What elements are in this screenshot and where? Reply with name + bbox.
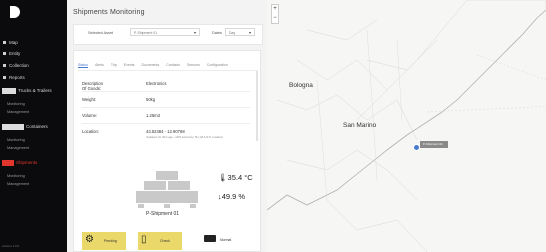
map-canvas xyxy=(267,0,546,252)
zoom-out-button[interactable]: − xyxy=(272,14,278,23)
temperature-reading: 🌡35.4 °C xyxy=(218,173,253,182)
version-label: version 1.0.0 xyxy=(2,244,20,248)
divider xyxy=(82,91,250,92)
map-label-bologna: Bologna xyxy=(289,82,313,89)
battery-icon xyxy=(204,235,216,242)
sidebar-item-collection[interactable]: Collection xyxy=(3,63,29,68)
dates-select[interactable]: Day ▾ xyxy=(225,28,255,36)
divider xyxy=(82,123,250,124)
shipment-icon xyxy=(2,160,14,166)
pallet-icon xyxy=(136,171,204,211)
tab-documents[interactable]: Documents xyxy=(142,63,160,68)
collection-icon xyxy=(3,64,6,67)
map-view[interactable]: + − Bologna San Marino P-Shipment 01 xyxy=(267,0,546,252)
sidebar: Map Entity Collection Reports Trucks & T… xyxy=(0,0,67,252)
main-panel: Shipments Monitoring Selected Asset P-Sh… xyxy=(67,0,267,252)
sidebar-sub-shipments-monitoring[interactable]: Monitoring xyxy=(7,174,25,179)
page-title: Shipments Monitoring xyxy=(73,9,145,16)
sidebar-sub-containers-management[interactable]: Management xyxy=(7,146,29,151)
description-label: Description Of Goods: xyxy=(82,81,103,91)
sidebar-sub-shipments-management[interactable]: Management xyxy=(7,182,29,187)
shipment-card: Status Alerts Trip Events Documents Cont… xyxy=(73,50,261,252)
sidebar-sub-trucks-management[interactable]: Management xyxy=(7,110,29,115)
map-icon xyxy=(3,41,6,44)
location-value: 43.52484 - 12.90768 xyxy=(146,129,185,134)
dates-label: Dates xyxy=(212,31,222,35)
sidebar-sub-trucks-monitoring[interactable]: Monitoring xyxy=(7,102,25,107)
sidebar-section-containers[interactable]: Containers xyxy=(26,124,48,129)
zoom-controls: + − xyxy=(271,4,279,24)
chevron-down-icon: ▾ xyxy=(193,30,196,35)
sidebar-item-reports[interactable]: Reports xyxy=(3,75,25,80)
divider xyxy=(82,107,250,108)
thermometer-icon: 🌡 xyxy=(218,173,228,182)
tab-configuration[interactable]: Configuration xyxy=(207,63,228,68)
sidebar-section-trucks[interactable]: Trucks & Trailers xyxy=(18,88,52,93)
tab-events[interactable]: Events xyxy=(124,63,135,68)
sidebar-sub-containers-monitoring[interactable]: Monitoring xyxy=(7,138,25,143)
tab-sensors[interactable]: Sensors xyxy=(187,63,200,68)
filters-bar: Selected Asset P-Shipment 01 ▾ Dates Day… xyxy=(73,24,263,45)
tab-status[interactable]: Status xyxy=(78,63,88,68)
logo xyxy=(10,6,20,18)
asset-select-value: P-Shipment 01 xyxy=(134,31,158,35)
sidebar-section-shipments[interactable]: Shipments xyxy=(16,160,37,165)
phone-icon: ▯ xyxy=(141,234,147,245)
status-normal[interactable]: Normal xyxy=(204,232,248,250)
status-bar: ⚙ Pending ▯ Check Normal xyxy=(82,232,254,250)
gear-icon: ⚙ xyxy=(85,234,94,245)
map-label-san-marino: San Marino xyxy=(343,122,377,129)
sidebar-item-map[interactable]: Map xyxy=(3,40,18,45)
detail-tabs: Status Alerts Trip Events Documents Cont… xyxy=(78,63,258,71)
location-detail: Updated: 1h 20m ago - GPS Accuracy: 5m (… xyxy=(146,135,224,139)
asset-select[interactable]: P-Shipment 01 ▾ xyxy=(130,28,200,36)
sidebar-item-entity[interactable]: Entity xyxy=(3,51,20,56)
humidity-reading: ↓49.9 % xyxy=(218,192,246,201)
shipment-name: P-Shipment 01 xyxy=(146,211,180,217)
chevron-down-icon: ▾ xyxy=(248,30,251,35)
volume-value: 1.25m3 xyxy=(146,113,160,118)
location-label: Location: xyxy=(82,129,99,134)
shipment-marker[interactable] xyxy=(413,144,420,151)
reports-icon xyxy=(3,76,6,79)
status-check[interactable]: ▯ Check xyxy=(138,232,182,250)
description-value: Electronics xyxy=(146,81,167,86)
tab-trip[interactable]: Trip xyxy=(111,63,117,68)
selected-asset-label: Selected Asset xyxy=(88,31,114,35)
marker-popup[interactable]: P-Shipment 01 xyxy=(420,141,448,148)
volume-label: Volume: xyxy=(82,113,98,118)
container-icon xyxy=(2,124,24,130)
truck-icon xyxy=(2,88,16,94)
status-pending[interactable]: ⚙ Pending xyxy=(82,232,126,250)
zoom-in-button[interactable]: + xyxy=(272,5,278,14)
weight-value: 50kg xyxy=(146,97,156,102)
tab-contacts[interactable]: Contacts xyxy=(166,63,180,68)
weight-label: Weight: xyxy=(82,97,97,102)
entity-icon xyxy=(3,52,6,55)
dates-select-value: Day xyxy=(229,31,236,35)
tab-alerts[interactable]: Alerts xyxy=(95,63,104,68)
scrollbar[interactable] xyxy=(256,71,258,141)
